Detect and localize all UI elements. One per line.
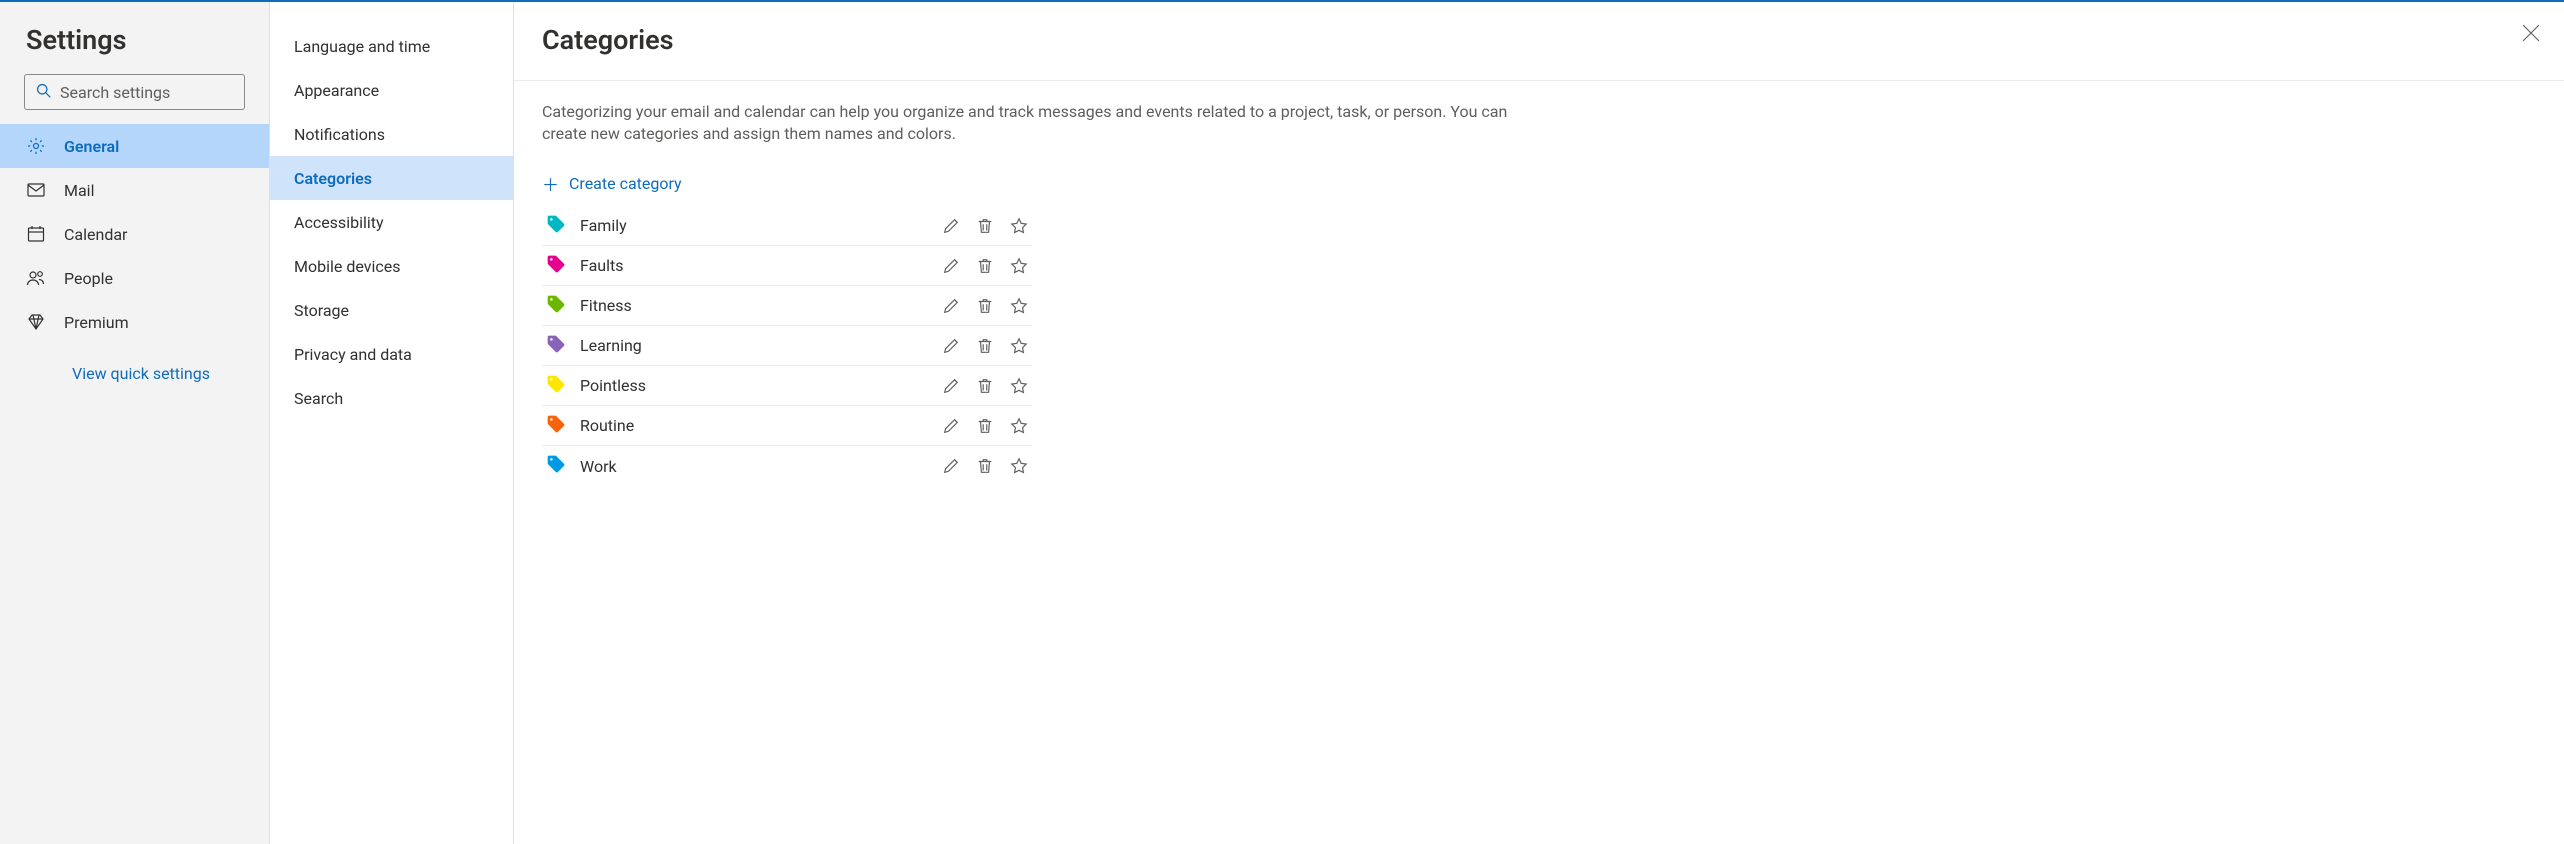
edit-category-button[interactable]	[942, 377, 960, 395]
subnav-item-notifications[interactable]: Notifications	[270, 112, 513, 156]
settings-main: Categories Categorizing your email and c…	[514, 2, 2564, 844]
category-name: Faults	[580, 256, 942, 275]
sidebar-item-label: Premium	[64, 313, 129, 332]
subnav-item-label: Appearance	[294, 81, 379, 100]
category-row: Faults	[542, 246, 1032, 286]
tag-icon	[546, 374, 566, 398]
subnav-item-label: Language and time	[294, 37, 430, 56]
subnav-item-label: Accessibility	[294, 213, 384, 232]
tag-icon	[546, 254, 566, 278]
sidebar-item-label: People	[64, 269, 113, 288]
delete-category-button[interactable]	[976, 297, 994, 315]
category-row: Pointless	[542, 366, 1032, 406]
category-name: Family	[580, 216, 942, 235]
subnav-item-accessibility[interactable]: Accessibility	[270, 200, 513, 244]
sidebar-item-calendar[interactable]: Calendar	[0, 212, 269, 256]
favorite-category-button[interactable]	[1010, 457, 1028, 475]
edit-category-button[interactable]	[942, 457, 960, 475]
tag-icon	[546, 334, 566, 358]
category-name: Work	[580, 457, 942, 476]
close-button[interactable]	[2522, 24, 2540, 46]
page-description: Categorizing your email and calendar can…	[542, 101, 1542, 145]
edit-category-button[interactable]	[942, 417, 960, 435]
delete-category-button[interactable]	[976, 457, 994, 475]
category-name: Routine	[580, 416, 942, 435]
edit-category-button[interactable]	[942, 257, 960, 275]
mail-icon	[26, 180, 50, 200]
create-category-button[interactable]: ＋ Create category	[542, 171, 682, 196]
subnav-item-label: Storage	[294, 301, 349, 320]
category-name: Fitness	[580, 296, 942, 315]
subnav-item-label: Privacy and data	[294, 345, 412, 364]
favorite-category-button[interactable]	[1010, 297, 1028, 315]
sidebar-item-mail[interactable]: Mail	[0, 168, 269, 212]
favorite-category-button[interactable]	[1010, 217, 1028, 235]
settings-sidebar: Settings General Mail Calendar People Premiu…	[0, 2, 270, 844]
edit-category-button[interactable]	[942, 297, 960, 315]
subnav-item-label: Categories	[294, 169, 372, 188]
plus-icon: ＋	[542, 171, 559, 196]
delete-category-button[interactable]	[976, 337, 994, 355]
sidebar-item-people[interactable]: People	[0, 256, 269, 300]
sidebar-item-general[interactable]: General	[0, 124, 269, 168]
sidebar-item-label: General	[64, 137, 119, 156]
search-icon	[35, 82, 52, 103]
category-list: Family Faults Fitness Learning Pointless Rout…	[542, 206, 1032, 486]
subnav-item-language-and-time[interactable]: Language and time	[270, 24, 513, 68]
people-icon	[26, 268, 50, 288]
category-row: Learning	[542, 326, 1032, 366]
view-quick-settings-link[interactable]: View quick settings	[0, 344, 269, 383]
divider	[514, 80, 2564, 81]
delete-category-button[interactable]	[976, 417, 994, 435]
edit-category-button[interactable]	[942, 217, 960, 235]
category-row: Fitness	[542, 286, 1032, 326]
tag-icon	[546, 454, 566, 478]
subnav-item-mobile-devices[interactable]: Mobile devices	[270, 244, 513, 288]
gear-icon	[26, 136, 50, 156]
category-row: Routine	[542, 406, 1032, 446]
category-name: Learning	[580, 336, 942, 355]
subnav-item-label: Notifications	[294, 125, 385, 144]
create-category-label: Create category	[569, 174, 682, 193]
favorite-category-button[interactable]	[1010, 417, 1028, 435]
page-title: Categories	[542, 24, 2536, 56]
category-row: Family	[542, 206, 1032, 246]
delete-category-button[interactable]	[976, 217, 994, 235]
settings-subnav: Language and time Appearance Notifications…	[270, 2, 514, 844]
sidebar-item-label: Calendar	[64, 225, 127, 244]
settings-title: Settings	[0, 24, 269, 74]
tag-icon	[546, 414, 566, 438]
subnav-item-label: Search	[294, 389, 343, 408]
delete-category-button[interactable]	[976, 257, 994, 275]
tag-icon	[546, 214, 566, 238]
tag-icon	[546, 294, 566, 318]
subnav-item-categories[interactable]: Categories	[270, 156, 513, 200]
subnav-item-appearance[interactable]: Appearance	[270, 68, 513, 112]
delete-category-button[interactable]	[976, 377, 994, 395]
favorite-category-button[interactable]	[1010, 257, 1028, 275]
diamond-icon	[26, 312, 50, 332]
sidebar-item-premium[interactable]: Premium	[0, 300, 269, 344]
subnav-item-search[interactable]: Search	[270, 376, 513, 420]
subnav-item-privacy-and-data[interactable]: Privacy and data	[270, 332, 513, 376]
search-settings-input[interactable]	[60, 83, 263, 102]
category-row: Work	[542, 446, 1032, 486]
category-name: Pointless	[580, 376, 942, 395]
subnav-item-storage[interactable]: Storage	[270, 288, 513, 332]
sidebar-item-label: Mail	[64, 181, 94, 200]
favorite-category-button[interactable]	[1010, 377, 1028, 395]
edit-category-button[interactable]	[942, 337, 960, 355]
subnav-item-label: Mobile devices	[294, 257, 400, 276]
calendar-icon	[26, 224, 50, 244]
favorite-category-button[interactable]	[1010, 337, 1028, 355]
search-settings-box[interactable]	[24, 74, 245, 110]
